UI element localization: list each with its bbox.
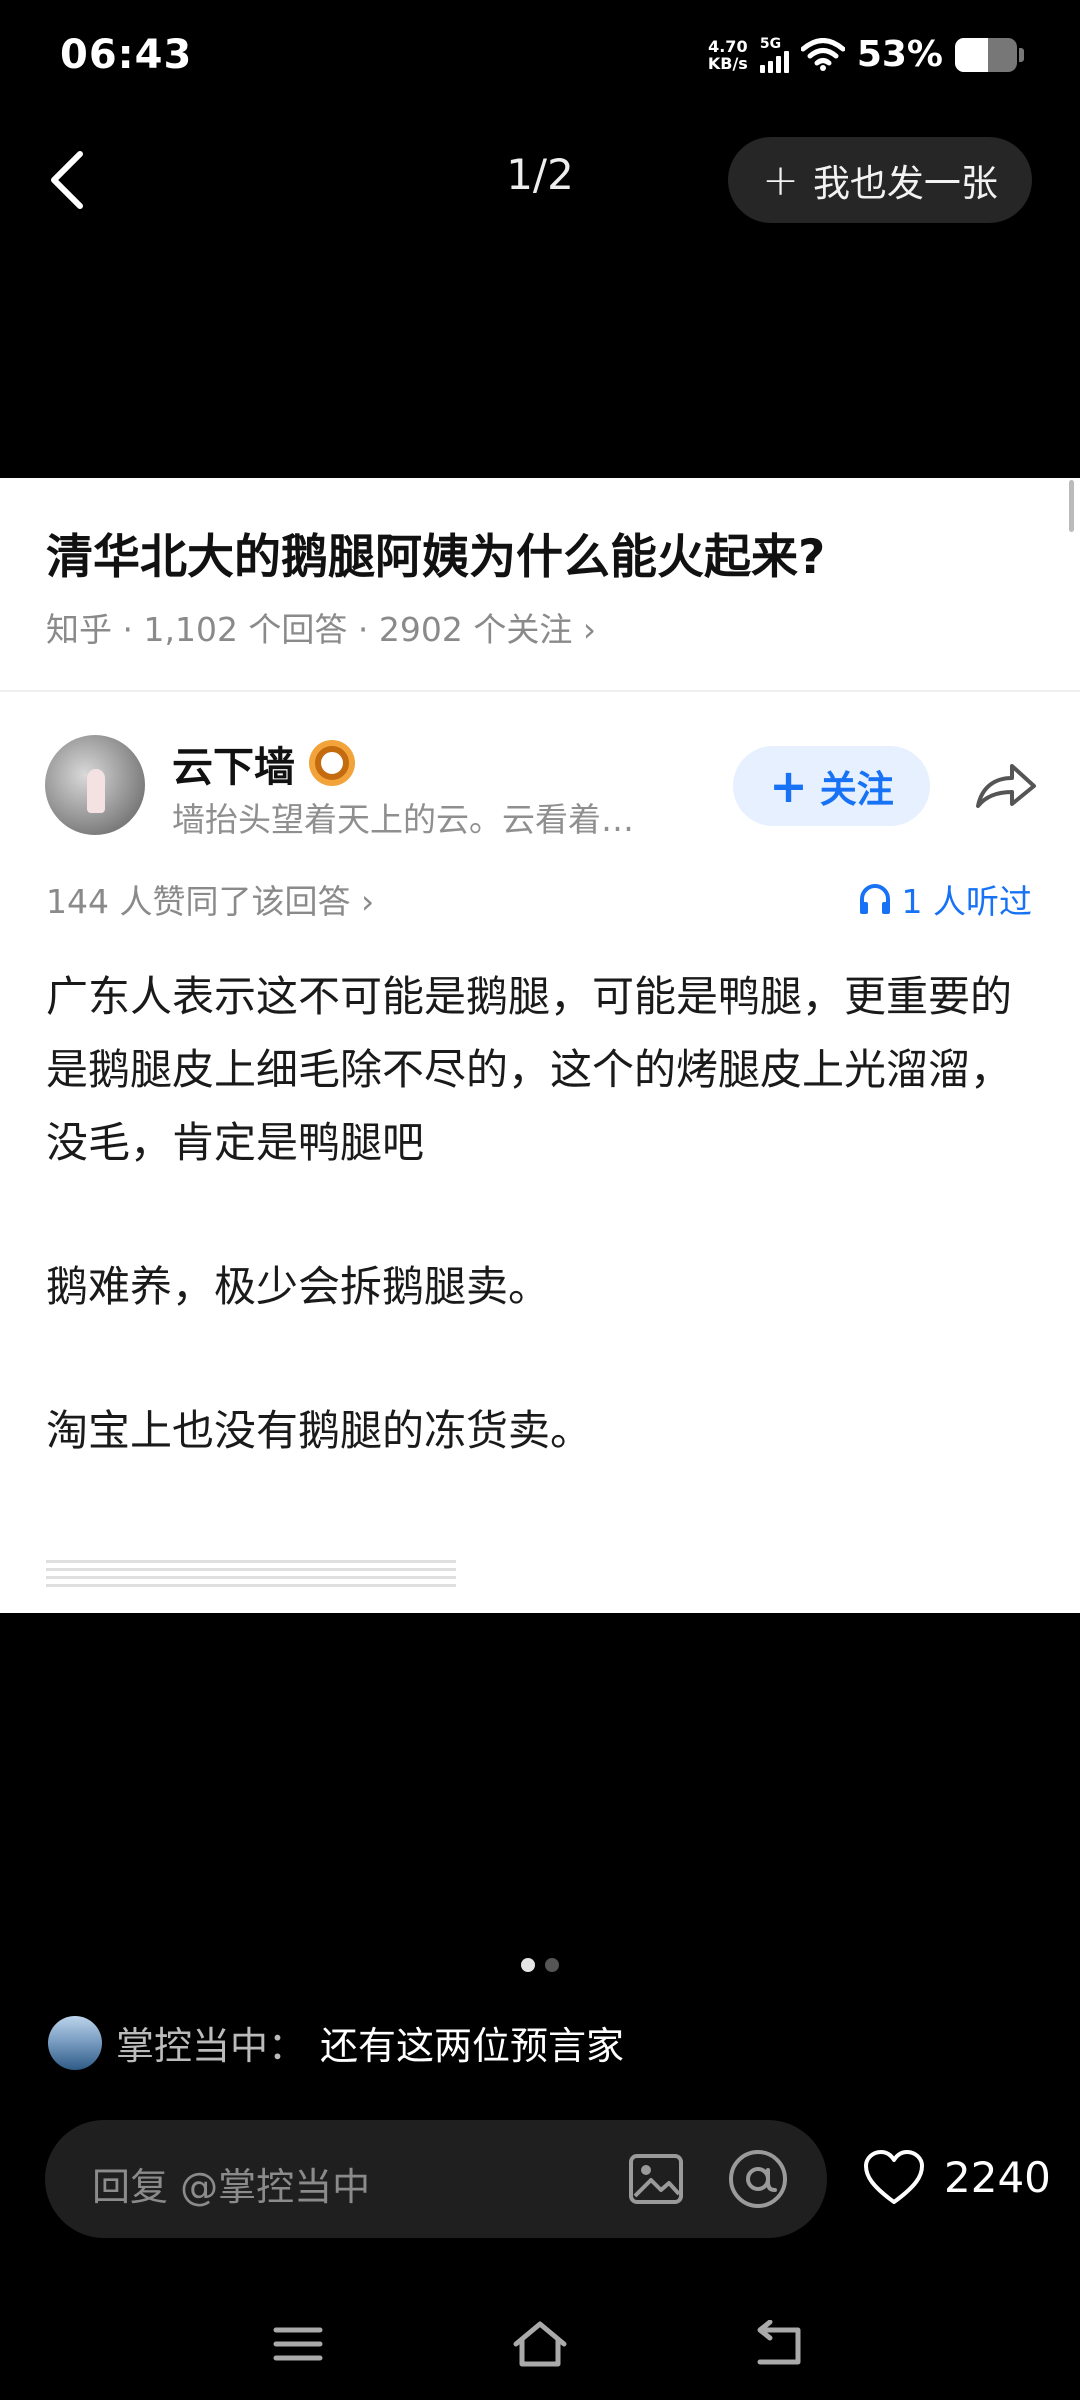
post-also-button[interactable]: + 我也发一张 <box>728 137 1032 223</box>
answer-paragraph: 淘宝上也没有鹅腿的冻货卖。 <box>46 1406 593 1455</box>
divider <box>0 690 1080 692</box>
network-type: 5G <box>759 35 782 52</box>
author-avatar <box>45 735 145 835</box>
battery-percent: 53% <box>856 34 943 75</box>
post-also-label: 我也发一张 <box>812 162 998 205</box>
battery-icon <box>955 37 1017 72</box>
post-image-card[interactable]: 清华北大的鹅腿阿姨为什么能火起来? 知乎 · 1,102 个回答 · 2902 … <box>0 478 1080 1613</box>
answer-body: 广东人表示这不可能是鹅腿，可能是鸭腿，更重要的是鹅腿皮上细毛除不尽的，这个的烤腿… <box>46 960 1036 1538</box>
question-meta: 知乎 · 1,102 个回答 · 2902 个关注 › <box>46 610 597 649</box>
likes-line: 144 人赞同了该回答 › <box>46 882 375 921</box>
author-name: 云下墙 <box>172 743 295 791</box>
net-speed-value: 4.70 <box>708 36 748 56</box>
share-icon <box>976 764 1036 808</box>
image-icon[interactable] <box>627 2150 685 2208</box>
net-speed-unit: KB/s <box>707 53 748 73</box>
headphones-icon <box>859 884 890 914</box>
answer-paragraph: 鹅难养，极少会拆鹅腿卖。 <box>46 1262 551 1311</box>
author-bio: 墙抬头望着天上的云。云看着… <box>172 800 634 839</box>
reply-input[interactable]: 回复 @掌控当中 <box>45 2120 827 2238</box>
truncated-text-fade <box>46 1560 456 1588</box>
menu-icon[interactable] <box>272 2322 324 2366</box>
follow-label: 关注 <box>819 768 894 811</box>
listened-label: 1 人听过 <box>901 882 1033 921</box>
plus-icon: + <box>762 154 799 206</box>
author-name-row: 云下墙 <box>172 733 355 793</box>
back-icon[interactable] <box>752 2320 808 2370</box>
signal-bars-icon: 5G <box>759 35 789 73</box>
status-indicators: 4.70 KB/s 5G 53% <box>708 34 1024 75</box>
like-button[interactable]: 2240 <box>862 2148 1051 2206</box>
pager-dot <box>545 1958 559 1972</box>
status-bar: 06:43 4.70 KB/s 5G 53% <box>0 0 1080 120</box>
plus-icon: + <box>769 759 808 813</box>
like-count: 2240 <box>944 2152 1051 2202</box>
eye-badge-icon <box>309 740 355 786</box>
mention-at-icon[interactable] <box>727 2148 789 2210</box>
home-icon[interactable] <box>510 2318 570 2370</box>
pager-dots <box>0 1958 1080 1972</box>
heart-icon <box>864 2150 924 2204</box>
comment-text: 还有这两位预言家 <box>320 2024 625 2068</box>
net-speed: 4.70 KB/s <box>708 38 748 72</box>
question-title: 清华北大的鹅腿阿姨为什么能火起来? <box>46 530 826 585</box>
answer-paragraph: 广东人表示这不可能是鹅腿，可能是鸭腿，更重要的是鹅腿皮上细毛除不尽的，这个的烤腿… <box>46 972 1013 1167</box>
pager-dot-active <box>521 1958 535 1972</box>
follow-button: + 关注 <box>733 746 930 826</box>
reply-placeholder: 回复 @掌控当中 <box>92 2165 371 2209</box>
status-time: 06:43 <box>60 32 193 78</box>
system-nav-bar <box>0 2300 1080 2400</box>
commenter-name[interactable]: 掌控当中： <box>116 2015 306 2070</box>
wifi-icon <box>800 37 845 71</box>
scrollbar <box>1069 480 1074 532</box>
comment-line[interactable]: 掌控当中： 还有这两位预言家 <box>48 2015 624 2070</box>
listened-line: 1 人听过 <box>858 875 1033 923</box>
commenter-avatar[interactable] <box>48 2015 102 2070</box>
